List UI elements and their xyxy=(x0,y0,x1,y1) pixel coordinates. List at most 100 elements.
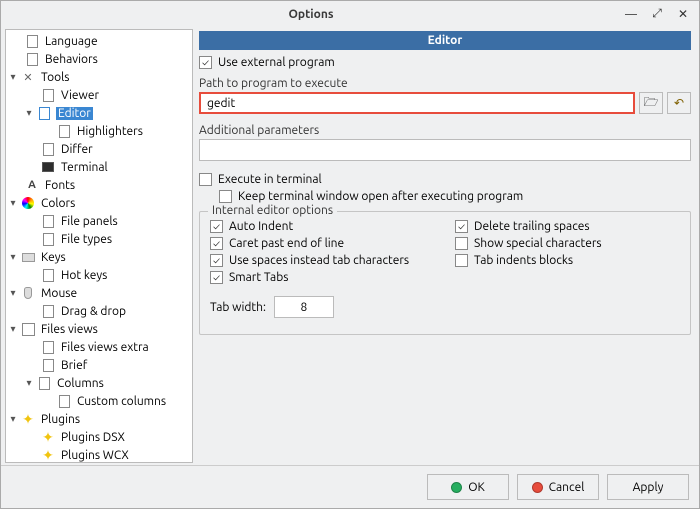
ok-icon xyxy=(451,482,462,493)
tree-item-keys[interactable]: ▾Keys xyxy=(6,248,192,266)
checkbox-label: Tab indents blocks xyxy=(474,254,573,267)
collapse-icon[interactable]: ▾ xyxy=(6,71,20,83)
doc-icon xyxy=(40,213,56,229)
collapse-icon[interactable]: ▾ xyxy=(6,197,20,209)
group-legend: Internal editor options xyxy=(208,204,337,217)
title-bar: Options — ⤢ ✕ xyxy=(1,1,699,27)
checkbox-label: Auto Indent xyxy=(229,220,293,233)
tree-item-language[interactable]: Language xyxy=(6,32,192,50)
dialog-button-bar: OK Cancel Apply xyxy=(1,465,699,508)
additional-params-label: Additional parameters xyxy=(199,124,691,137)
font-icon: A xyxy=(24,177,40,193)
close-icon[interactable]: ✕ xyxy=(675,6,691,22)
plugin-icon: ✦ xyxy=(40,429,56,445)
tree-item-plugins-dsx[interactable]: ✦Plugins DSX xyxy=(6,428,192,446)
collapse-icon[interactable]: ▾ xyxy=(6,251,20,263)
tree-item-columns[interactable]: ▾Columns xyxy=(6,374,192,392)
use-external-program-checkbox[interactable]: Use external program xyxy=(199,56,691,69)
apply-button[interactable]: Apply xyxy=(607,474,689,500)
tree-item-files-views-extra[interactable]: Files views extra xyxy=(6,338,192,356)
auto-indent-checkbox[interactable]: Auto Indent xyxy=(210,220,435,233)
tab-width-label: Tab width: xyxy=(210,301,266,314)
folder-icon: 🗁 xyxy=(644,93,659,114)
terminal-icon xyxy=(40,159,56,175)
checkbox-icon xyxy=(210,271,223,284)
path-input[interactable] xyxy=(199,92,635,114)
collapse-icon[interactable]: ▾ xyxy=(6,323,20,335)
tab-width-input[interactable] xyxy=(274,296,334,318)
collapse-icon[interactable]: ▾ xyxy=(6,287,20,299)
smart-tabs-checkbox[interactable]: Smart Tabs xyxy=(210,271,435,284)
cancel-button[interactable]: Cancel xyxy=(517,474,599,500)
keep-terminal-open-checkbox[interactable]: Keep terminal window open after executin… xyxy=(199,190,691,203)
ok-button[interactable]: OK xyxy=(427,474,509,500)
tree-item-files-views[interactable]: ▾Files views xyxy=(6,320,192,338)
tree-item-viewer[interactable]: Viewer xyxy=(6,86,192,104)
additional-params-input[interactable] xyxy=(199,139,691,161)
doc-icon xyxy=(40,303,56,319)
category-tree[interactable]: Language Behaviors ▾✕Tools Viewer ▾Edito… xyxy=(5,29,193,463)
panel-icon xyxy=(20,321,36,337)
tree-item-hot-keys[interactable]: Hot keys xyxy=(6,266,192,284)
tree-item-highlighters[interactable]: Highlighters xyxy=(6,122,192,140)
doc-icon xyxy=(56,123,72,139)
checkbox-label: Delete trailing spaces xyxy=(474,220,590,233)
doc-icon xyxy=(56,393,72,409)
tree-item-plugins-wcx[interactable]: ✦Plugins WCX xyxy=(6,446,192,463)
checkbox-label: Execute in terminal xyxy=(218,173,322,186)
plugin-icon: ✦ xyxy=(40,447,56,463)
colors-icon xyxy=(20,195,36,211)
tree-item-behaviors[interactable]: Behaviors xyxy=(6,50,192,68)
collapse-icon[interactable]: ▾ xyxy=(6,413,20,425)
doc-icon xyxy=(24,33,40,49)
window-title: Options xyxy=(9,8,613,21)
tree-item-colors[interactable]: ▾Colors xyxy=(6,194,192,212)
tree-item-custom-columns[interactable]: Custom columns xyxy=(6,392,192,410)
maximize-icon[interactable]: ⤢ xyxy=(649,6,665,22)
checkbox-icon xyxy=(199,173,212,186)
tree-item-brief[interactable]: Brief xyxy=(6,356,192,374)
checkbox-label: Show special characters xyxy=(474,237,602,250)
tree-item-plugins[interactable]: ▾✦Plugins xyxy=(6,410,192,428)
show-special-chars-checkbox[interactable]: Show special characters xyxy=(455,237,680,250)
checkbox-label: Caret past end of line xyxy=(229,237,344,250)
path-label: Path to program to execute xyxy=(199,77,691,90)
tree-item-differ[interactable]: Differ xyxy=(6,140,192,158)
checkbox-icon xyxy=(455,254,468,267)
use-spaces-checkbox[interactable]: Use spaces instead tab characters xyxy=(210,254,435,267)
execute-in-terminal-checkbox[interactable]: Execute in terminal xyxy=(199,173,691,186)
doc-icon xyxy=(36,105,52,121)
tab-indents-blocks-checkbox[interactable]: Tab indents blocks xyxy=(455,254,680,267)
minimize-icon[interactable]: — xyxy=(623,6,639,22)
browse-button[interactable]: 🗁 xyxy=(639,92,663,114)
plugin-icon: ✦ xyxy=(20,411,36,427)
tree-item-mouse[interactable]: ▾Mouse xyxy=(6,284,192,302)
tree-item-tools[interactable]: ▾✕Tools xyxy=(6,68,192,86)
doc-icon xyxy=(36,375,52,391)
doc-icon xyxy=(40,357,56,373)
tools-icon: ✕ xyxy=(20,69,36,85)
checkbox-icon xyxy=(210,237,223,250)
tree-item-editor[interactable]: ▾Editor xyxy=(6,104,192,122)
tree-item-file-types[interactable]: File types xyxy=(6,230,192,248)
tree-item-terminal[interactable]: Terminal xyxy=(6,158,192,176)
reset-button[interactable]: ↶ xyxy=(667,92,691,114)
internal-editor-options-group: Internal editor options Auto Indent Care… xyxy=(199,211,691,335)
caret-past-eol-checkbox[interactable]: Caret past end of line xyxy=(210,237,435,250)
doc-icon xyxy=(40,141,56,157)
tree-item-fonts[interactable]: AFonts xyxy=(6,176,192,194)
checkbox-icon xyxy=(199,56,212,69)
cancel-icon xyxy=(532,482,543,493)
tree-item-drag-drop[interactable]: Drag & drop xyxy=(6,302,192,320)
doc-icon xyxy=(40,267,56,283)
keyboard-icon xyxy=(20,249,36,265)
delete-trailing-checkbox[interactable]: Delete trailing spaces xyxy=(455,220,680,233)
checkbox-icon xyxy=(210,254,223,267)
panel-title: Editor xyxy=(199,31,691,50)
collapse-icon[interactable]: ▾ xyxy=(22,377,36,389)
tree-item-file-panels[interactable]: File panels xyxy=(6,212,192,230)
checkbox-icon xyxy=(455,220,468,233)
checkbox-icon xyxy=(219,190,232,203)
doc-icon xyxy=(40,339,56,355)
collapse-icon[interactable]: ▾ xyxy=(22,107,36,119)
